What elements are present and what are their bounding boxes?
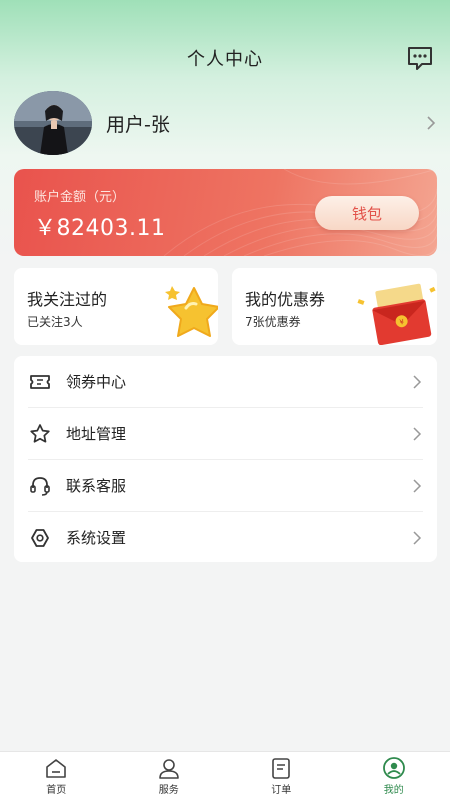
profile-row[interactable]: 用户-张 <box>14 90 438 156</box>
menu-label: 系统设置 <box>66 529 127 547</box>
page-title: 个人中心 <box>187 49 263 70</box>
tab-label: 首页 <box>46 784 67 796</box>
star-icon <box>165 286 218 337</box>
home-icon <box>46 758 67 778</box>
ticket-icon <box>30 374 50 389</box>
menu-label: 领券中心 <box>66 373 127 391</box>
coupon-tile[interactable]: 我的优惠券 7张优惠券 ¥ <box>232 268 437 345</box>
tab-label: 订单 <box>271 784 292 796</box>
tab-label: 我的 <box>383 784 404 796</box>
chevron-right-icon <box>413 478 422 493</box>
user-service-icon <box>158 758 179 779</box>
menu-item-settings[interactable]: 系统设置 <box>14 512 437 563</box>
menu-item-coupon-center[interactable]: 领券中心 <box>14 356 437 407</box>
settings-hexagon-icon <box>31 528 49 547</box>
chat-dots-icon[interactable] <box>406 45 434 71</box>
menu-item-address[interactable]: 地址管理 <box>14 408 437 459</box>
wallet-button[interactable]: 钱包 <box>315 196 419 230</box>
menu-list: 领券中心 地址管理 联系客服 系统设置 <box>14 356 437 562</box>
star-outline-icon <box>30 423 50 443</box>
balance-card: 账户金额（元） ￥82403.11 钱包 <box>14 169 437 256</box>
followed-title: 我关注过的 <box>27 290 108 309</box>
chevron-right-icon <box>427 116 436 130</box>
menu-item-customer-service[interactable]: 联系客服 <box>14 460 437 511</box>
chevron-right-icon <box>413 530 422 545</box>
profile-icon <box>382 756 405 779</box>
tab-service[interactable]: 服务 <box>113 752 226 800</box>
tab-orders[interactable]: 订单 <box>225 752 338 800</box>
username: 用户-张 <box>106 113 170 136</box>
chevron-right-icon <box>413 426 422 441</box>
chevron-right-icon <box>413 374 422 389</box>
tab-home[interactable]: 首页 <box>0 752 113 800</box>
balance-amount: ￥82403.11 <box>34 216 166 241</box>
avatar <box>14 91 92 155</box>
page-header: 个人中心 <box>0 36 450 80</box>
tab-label: 服务 <box>158 784 179 796</box>
menu-label: 地址管理 <box>66 425 127 443</box>
headset-icon <box>30 476 50 496</box>
menu-label: 联系客服 <box>66 477 127 495</box>
bottom-tab-bar: 首页 服务 订单 我的 <box>0 751 450 800</box>
coupon-count: 7张优惠券 <box>245 315 301 329</box>
followed-count: 已关注3人 <box>27 315 83 329</box>
order-list-icon <box>272 757 291 779</box>
coupon-title: 我的优惠券 <box>245 290 326 309</box>
tab-mine[interactable]: 我的 <box>338 752 450 800</box>
balance-label: 账户金额（元） <box>34 190 126 205</box>
coupon-envelope-icon: ¥ <box>357 283 436 345</box>
followed-tile[interactable]: 我关注过的 已关注3人 <box>14 268 218 345</box>
